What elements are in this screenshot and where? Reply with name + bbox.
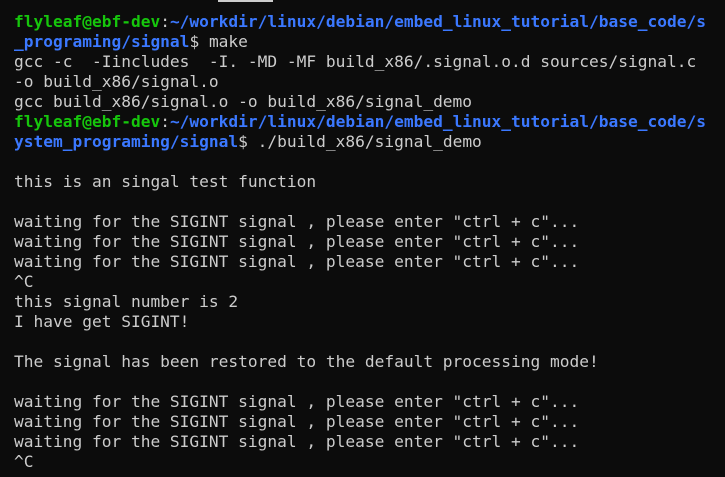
prompt-separator: :	[160, 12, 170, 31]
prompt-symbol: $	[189, 32, 209, 51]
terminal-line: ^C	[14, 452, 725, 472]
terminal-line: -o build_x86/signal.o	[14, 72, 725, 92]
terminal-line: this is an singal test function	[14, 172, 725, 192]
terminal-line: The signal has been restored to the defa…	[14, 352, 725, 372]
terminal-window[interactable]: flyleaf@ebf-dev:~/workdir/linux/debian/e…	[0, 0, 725, 477]
prompt-separator: :	[160, 112, 170, 131]
terminal-line: waiting for the SIGINT signal , please e…	[14, 392, 725, 412]
prompt-path: ~/workdir/linux/debian/embed_linux_tutor…	[169, 112, 706, 131]
terminal-line: flyleaf@ebf-dev:~/workdir/linux/debian/e…	[14, 112, 725, 132]
terminal-line: waiting for the SIGINT signal , please e…	[14, 252, 725, 272]
output-text: waiting for the SIGINT signal , please e…	[14, 412, 580, 431]
terminal-line: gcc -c -Iincludes -I. -MD -MF build_x86/…	[14, 52, 725, 72]
output-text: waiting for the SIGINT signal , please e…	[14, 392, 580, 411]
terminal-line: ystem_programing/signal$ ./build_x86/sig…	[14, 132, 725, 152]
terminal-line: I have get SIGINT!	[14, 312, 725, 332]
prompt-user-host: flyleaf@ebf-dev	[14, 112, 161, 131]
terminal-output: flyleaf@ebf-dev:~/workdir/linux/debian/e…	[14, 12, 725, 472]
output-text: this is an singal test function	[14, 172, 317, 191]
output-text: The signal has been restored to the defa…	[14, 352, 599, 371]
terminal-line: _programing/signal$ make	[14, 32, 725, 52]
terminal-line: ^C	[14, 272, 725, 292]
terminal-line: waiting for the SIGINT signal , please e…	[14, 212, 725, 232]
prompt-user-host: flyleaf@ebf-dev	[14, 12, 161, 31]
terminal-line: waiting for the SIGINT signal , please e…	[14, 432, 725, 452]
output-text: gcc -c -Iincludes -I. -MD -MF build_x86/…	[14, 52, 697, 71]
output-text: ^C	[14, 272, 34, 291]
terminal-line: this signal number is 2	[14, 292, 725, 312]
terminal-line: gcc build_x86/signal.o -o build_x86/sign…	[14, 92, 725, 112]
terminal-line: waiting for the SIGINT signal , please e…	[14, 412, 725, 432]
output-text: this signal number is 2	[14, 292, 239, 311]
terminal-line: flyleaf@ebf-dev:~/workdir/linux/debian/e…	[14, 12, 725, 32]
command-text: ./build_x86/signal_demo	[257, 132, 482, 151]
prompt-path: ystem_programing/signal	[14, 132, 239, 151]
output-text: -o build_x86/signal.o	[14, 72, 219, 91]
output-text: waiting for the SIGINT signal , please e…	[14, 212, 580, 231]
terminal-line: waiting for the SIGINT signal , please e…	[14, 232, 725, 252]
window-edge-marker	[218, 0, 273, 2]
output-text: gcc build_x86/signal.o -o build_x86/sign…	[14, 92, 473, 111]
output-text: waiting for the SIGINT signal , please e…	[14, 232, 580, 251]
prompt-path: ~/workdir/linux/debian/embed_linux_tutor…	[169, 12, 706, 31]
output-text: waiting for the SIGINT signal , please e…	[14, 252, 580, 271]
command-text: make	[208, 32, 248, 51]
output-text: waiting for the SIGINT signal , please e…	[14, 432, 580, 451]
output-text: ^C	[14, 452, 34, 471]
prompt-symbol: $	[238, 132, 258, 151]
output-text: I have get SIGINT!	[14, 312, 190, 331]
prompt-path: _programing/signal	[14, 32, 190, 51]
